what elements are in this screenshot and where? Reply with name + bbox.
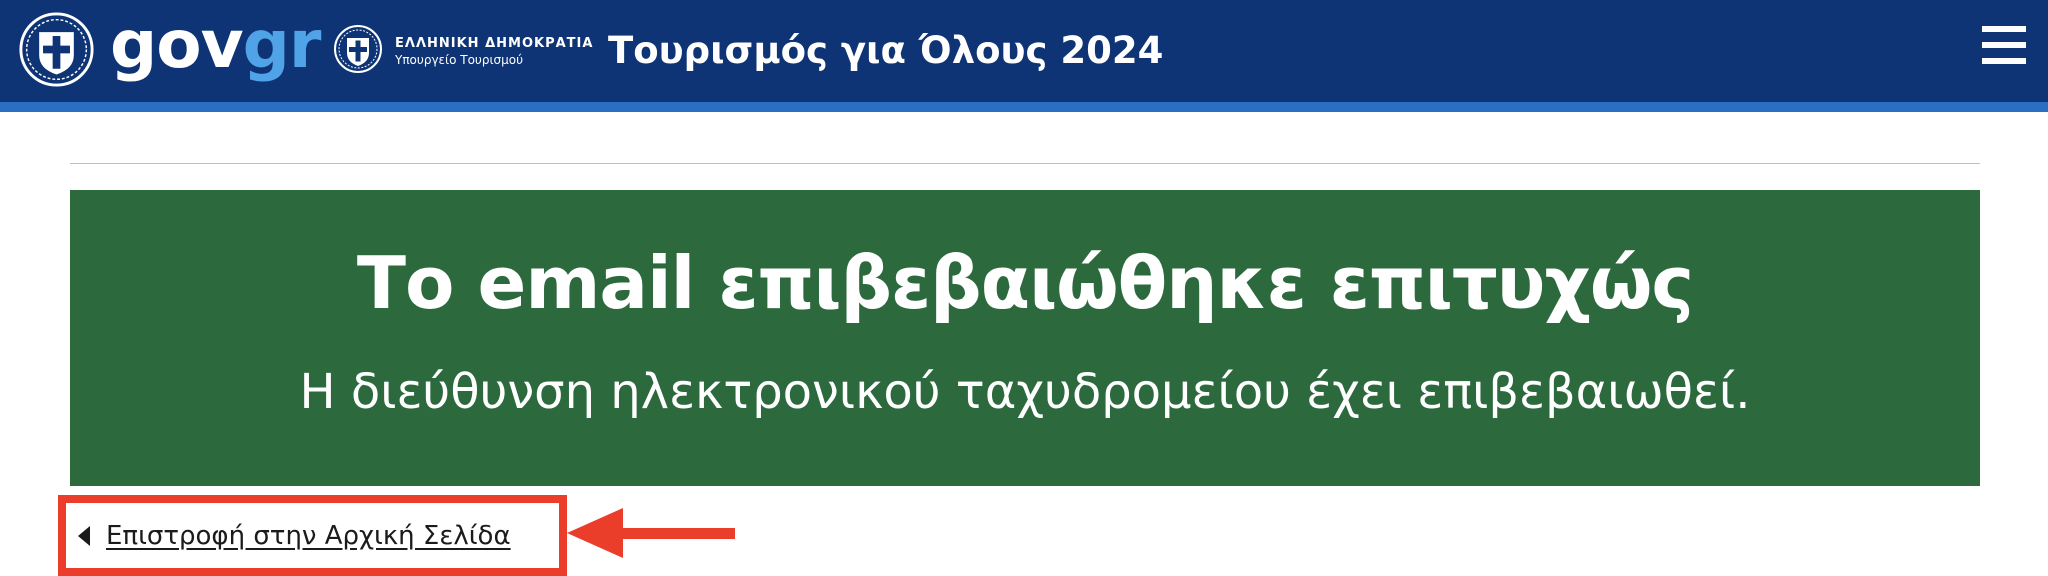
annotation-arrow-icon (567, 508, 735, 558)
site-title[interactable]: Τουρισμός για Όλους 2024 (608, 24, 1163, 78)
hamburger-menu-icon[interactable] (1982, 26, 2026, 66)
site-header: govgr ΕΛΛΗΝΙΚΗ ΔΗΜΟΚΡΑΤΙΑ Υπουργείο Τουρ… (0, 0, 2048, 102)
back-to-home-label: Επιστροφή στην Αρχική Σελίδα (106, 521, 511, 551)
header-stripe (0, 102, 2048, 112)
caret-left-icon (78, 526, 90, 546)
ministry-department: Υπουργείο Τουρισμού (395, 53, 524, 67)
content-divider (70, 163, 1980, 164)
success-message: Η διεύθυνση ηλεκτρονικού ταχυδρομείου έχ… (299, 364, 1751, 420)
govgr-logo[interactable]: govgr (110, 0, 321, 90)
success-panel: Το email επιβεβαιώθηκε επιτυχώς Η διεύθυ… (70, 190, 1980, 486)
greek-emblem-icon (19, 12, 94, 87)
ministry-country: ΕΛΛΗΝΙΚΗ ΔΗΜΟΚΡΑΤΙΑ (395, 36, 594, 51)
back-to-home-link[interactable]: Επιστροφή στην Αρχική Σελίδα (78, 512, 511, 560)
ministry-name: ΕΛΛΗΝΙΚΗ ΔΗΜΟΚΡΑΤΙΑ Υπουργείο Τουρισμού (395, 36, 593, 68)
ministry-emblem-icon (334, 25, 382, 73)
success-title: Το email επιβεβαιώθηκε επιτυχώς (356, 241, 1694, 325)
